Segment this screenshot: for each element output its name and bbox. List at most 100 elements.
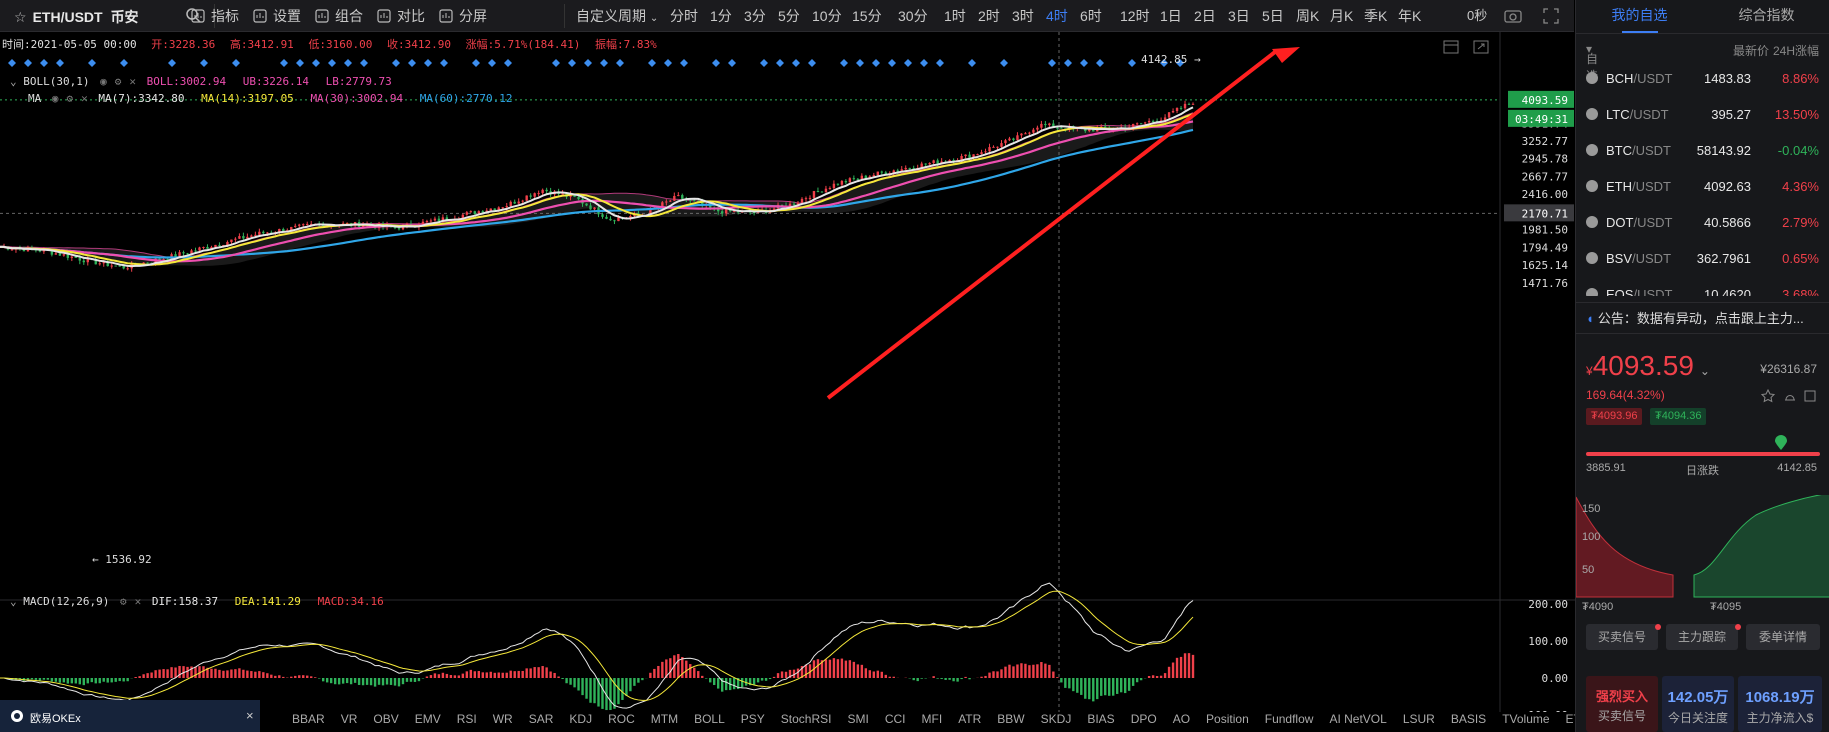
tool-1[interactable]: 设置 — [252, 0, 301, 32]
watchlist-row[interactable]: ETH/USDT 4092.63 4.36% — [1576, 170, 1829, 206]
ad-close-button[interactable]: × — [246, 708, 254, 723]
close-icon[interactable]: ✕ — [129, 75, 136, 88]
notice-bar[interactable]: ◖ 公告：数据有异动，点击跟上主力... — [1576, 302, 1829, 334]
period-16[interactable]: 5日 — [1262, 0, 1284, 32]
indicator-tab[interactable]: BOLL — [694, 712, 725, 726]
indicator-tab[interactable]: StochRSI — [781, 712, 832, 726]
period-14[interactable]: 2日 — [1194, 0, 1216, 32]
order-detail-button[interactable]: 委单详情 — [1746, 624, 1820, 650]
period-0[interactable]: 分时 — [670, 0, 698, 32]
collapse-icon[interactable]: ⌄ — [10, 595, 17, 608]
indicator-tab[interactable]: RSI — [457, 712, 477, 726]
period-17[interactable]: 周K — [1296, 0, 1319, 32]
chevron-down-icon[interactable]: ⌄ — [1700, 364, 1710, 378]
watchlist-row[interactable]: BTC/USDT 58143.92 -0.04% — [1576, 134, 1829, 170]
symbol-selector[interactable]: ☆ ETH/USDT 币安 — [14, 7, 139, 27]
camera-icon[interactable] — [1503, 7, 1523, 25]
tab-watchlist[interactable]: 我的自选 — [1576, 0, 1703, 33]
period-1[interactable]: 1分 — [710, 0, 732, 32]
expand-icon[interactable] — [1473, 40, 1489, 54]
period-19[interactable]: 季K — [1364, 0, 1387, 32]
indicator-tab[interactable]: BASIS — [1451, 712, 1486, 726]
indicator-tab[interactable]: DPO — [1131, 712, 1157, 726]
indicator-tab[interactable]: KDJ — [569, 712, 592, 726]
close-icon[interactable]: ✕ — [135, 595, 142, 608]
indicator-tab[interactable]: VR — [341, 712, 358, 726]
watchlist-row[interactable]: BCH/USDT 1483.83 8.86% — [1576, 62, 1829, 98]
fullscreen-icon[interactable] — [1542, 7, 1560, 25]
indicator-tab[interactable]: MTM — [651, 712, 678, 726]
period-7[interactable]: 1时 — [944, 0, 966, 32]
layout-icon[interactable] — [1443, 40, 1459, 54]
indicator-tab[interactable]: OBV — [373, 712, 398, 726]
indicator-tab[interactable]: EMV — [415, 712, 441, 726]
period-11[interactable]: 6时 — [1080, 0, 1102, 32]
macd-bar — [629, 678, 632, 692]
period-9[interactable]: 3时 — [1012, 0, 1034, 32]
macd-bar — [661, 661, 664, 678]
indicator-tab[interactable]: AI NetVOL — [1329, 712, 1386, 726]
inflow-card[interactable]: 1068.19万 主力净流入$ — [1738, 676, 1822, 732]
watchlist-row[interactable]: BSV/USDT 362.7961 0.65% — [1576, 242, 1829, 278]
watchlist-row[interactable]: DOT/USDT 40.5866 2.79% — [1576, 206, 1829, 242]
signal-button[interactable]: 买卖信号 — [1586, 624, 1658, 650]
settings-icon[interactable]: ⚙ — [67, 92, 74, 105]
okex-ad-banner[interactable]: 欧易OKEx × — [0, 700, 260, 732]
watchlist-row[interactable]: EOS/USDT 10.4620 3.68% — [1576, 278, 1829, 296]
tab-index[interactable]: 综合指数 — [1703, 0, 1829, 30]
period-2[interactable]: 3分 — [744, 0, 766, 32]
mainforce-button[interactable]: 主力跟踪 — [1666, 624, 1738, 650]
indicator-tab[interactable]: ROC — [608, 712, 635, 726]
indicator-tab[interactable]: SMI — [848, 712, 869, 726]
indicator-tab[interactable]: Fundflow — [1265, 712, 1314, 726]
star-icon[interactable]: ☆ — [14, 9, 27, 25]
candle-body — [78, 257, 81, 261]
indicator-tab[interactable]: MFI — [922, 712, 943, 726]
indicator-tab[interactable]: TVolume — [1502, 712, 1549, 726]
indicator-tab[interactable]: ATR — [958, 712, 981, 726]
inflow-label: 主力净流入$ — [1746, 711, 1814, 725]
group-dropdown[interactable]: 自选 ▾ — [1586, 42, 1598, 83]
watchlist-row[interactable]: LTC/USDT 395.27 13.50% — [1576, 98, 1829, 134]
indicator-tab[interactable]: AO — [1173, 712, 1190, 726]
indicator-tab[interactable]: LSUR — [1403, 712, 1435, 726]
eye-icon[interactable]: ◉ — [52, 92, 59, 105]
tool-3[interactable]: 对比 — [376, 0, 425, 32]
period-3[interactable]: 5分 — [778, 0, 800, 32]
period-5[interactable]: 15分 — [852, 0, 882, 32]
speaker-icon: ◖ — [1586, 311, 1594, 326]
period-18[interactable]: 月K — [1330, 0, 1353, 32]
settings-icon[interactable]: ⚙ — [115, 75, 122, 88]
period-15[interactable]: 3日 — [1228, 0, 1250, 32]
period-6[interactable]: 30分 — [898, 0, 928, 32]
tool-4[interactable]: 分屏 — [438, 0, 487, 32]
signal-card[interactable]: 强烈买入 买卖信号 — [1586, 676, 1658, 732]
indicator-tab[interactable]: BIAS — [1087, 712, 1114, 726]
indicator-tab[interactable]: Position — [1206, 712, 1249, 726]
period-10[interactable]: 4时 — [1046, 0, 1068, 32]
indicator-tab[interactable]: BBAR — [292, 712, 325, 726]
close-icon[interactable]: ✕ — [81, 92, 88, 105]
period-20[interactable]: 年K — [1398, 0, 1421, 32]
collapse-icon[interactable]: ⌄ — [10, 75, 17, 88]
settings-icon[interactable]: ⚙ — [120, 595, 127, 608]
indicator-tab[interactable]: SAR — [529, 712, 554, 726]
kline-chart[interactable]: ← 1536.924142.85 →3591.743252.772945.782… — [0, 32, 1575, 712]
period-4[interactable]: 10分 — [812, 0, 842, 32]
signal-diamond — [936, 59, 944, 67]
period-12[interactable]: 12时 — [1120, 0, 1150, 32]
attention-card[interactable]: 142.05万 今日关注度 — [1662, 676, 1734, 732]
indicator-tab[interactable]: CCI — [885, 712, 906, 726]
tool-2[interactable]: 组合 — [314, 0, 363, 32]
period-13[interactable]: 1日 — [1160, 0, 1182, 32]
tool-0[interactable]: 指标 — [190, 0, 239, 32]
indicator-tab[interactable]: SKDJ — [1041, 712, 1072, 726]
indicator-tab[interactable]: PSY — [741, 712, 765, 726]
indicator-tab[interactable]: BBW — [997, 712, 1024, 726]
inflow-value: 1068.19万 — [1745, 689, 1815, 706]
eye-icon[interactable]: ◉ — [100, 75, 107, 88]
candle-body — [429, 220, 433, 222]
indicator-tab[interactable]: WR — [493, 712, 513, 726]
custom-period-dropdown[interactable]: 自定义周期 ⌄ — [576, 0, 658, 32]
period-8[interactable]: 2时 — [978, 0, 1000, 32]
